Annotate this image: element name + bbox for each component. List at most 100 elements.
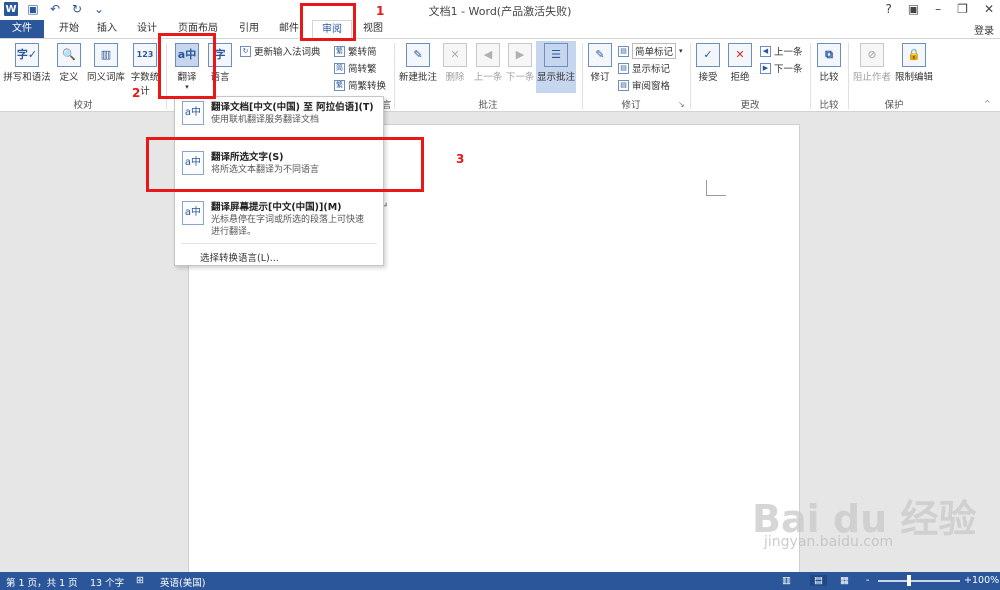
next-change-button[interactable]: ▶ 下一条 — [760, 61, 803, 75]
zoom-in-button[interactable]: + — [964, 575, 972, 586]
group-tracking-label: 修订 — [621, 100, 641, 111]
accept-button[interactable]: ✓ 接受 — [694, 43, 722, 83]
web-layout-icon[interactable]: ▦ — [840, 575, 849, 586]
thesaurus-button[interactable]: ▥ 同义词库 — [86, 43, 126, 83]
new-comment-icon: ✎ — [406, 43, 430, 67]
convert-icon: 繁 — [334, 79, 345, 91]
tab-insert[interactable]: 插入 — [90, 20, 124, 38]
compare-icon: ⧉ — [817, 43, 841, 67]
text-boundary-marker — [706, 180, 726, 196]
restrict-editing-button[interactable]: 🔒 限制编辑 — [894, 43, 934, 83]
review-pane-button[interactable]: ▤ 审阅窗格 — [618, 78, 670, 92]
zoom-slider-thumb[interactable] — [907, 575, 911, 586]
new-comment-button[interactable]: ✎ 新建批注 — [398, 43, 438, 83]
zoom-out-button[interactable]: - — [866, 575, 869, 586]
menu-item-mini-translator[interactable]: a中 翻译屏幕提示[中文(中国)](M) 光标悬停在字词或所选的段落上可快速进行… — [175, 201, 383, 238]
zoom-slider-track[interactable] — [878, 580, 960, 582]
print-layout-icon[interactable]: ▤ — [810, 575, 827, 586]
collapse-ribbon-icon[interactable]: ^ — [984, 99, 991, 108]
word-count-icon: 123 — [133, 43, 157, 67]
group-separator — [848, 43, 849, 109]
group-comments-label: 批注 — [478, 100, 498, 111]
translate-document-icon: a中 — [182, 101, 204, 125]
read-mode-icon[interactable]: ▥ — [782, 575, 791, 586]
accept-icon: ✓ — [696, 43, 720, 67]
define-button[interactable]: 🔍 定义 — [56, 43, 82, 83]
reject-button[interactable]: ✕ 拒绝 — [726, 43, 754, 83]
group-changes-label: 更改 — [740, 100, 760, 111]
thesaurus-label: 同义词库 — [86, 72, 125, 83]
zoom-level[interactable]: 100% — [972, 575, 999, 586]
next-comment-icon: ▶ — [508, 43, 532, 67]
tab-references[interactable]: 引用 — [232, 20, 266, 38]
next-comment-button[interactable]: ▶ 下一条 — [504, 43, 536, 83]
window-controls: ? ▣ – ❐ ✕ — [885, 2, 994, 16]
annotation-number-3: 3 — [456, 152, 465, 166]
review-pane-icon: ▤ — [618, 79, 629, 91]
prev-comment-button[interactable]: ◀ 上一条 — [472, 43, 504, 83]
delete-label: 删除 — [445, 72, 465, 83]
prev-comment-label: 上一条 — [473, 72, 503, 83]
ribbon-tab-bar: 文件 开始 插入 设计 页面布局 引用 邮件 审阅 视图 登录 — [0, 20, 1000, 38]
track-changes-icon: ✎ — [588, 43, 612, 67]
restore-icon[interactable]: ❐ — [957, 2, 968, 16]
mini-translator-desc: 光标悬停在字词或所选的段落上可快速进行翻译。 — [211, 215, 365, 237]
show-markup-button[interactable]: ▤ 显示标记 — [618, 61, 670, 75]
spelling-grammar-button[interactable]: 字✓ 拼写和语法 — [2, 43, 52, 83]
page-count[interactable]: 第 1 页，共 1 页 — [6, 575, 78, 589]
group-separator — [394, 43, 395, 109]
tab-file[interactable]: 文件 — [0, 20, 44, 38]
compare-label: 比较 — [819, 72, 839, 83]
mini-translator-title: 翻译屏幕提示[中文(中国)](M) — [211, 202, 342, 213]
show-markup-icon: ▤ — [618, 62, 629, 74]
translate-document-desc: 使用联机翻译服务翻译文档 — [211, 115, 320, 125]
tab-view[interactable]: 视图 — [356, 20, 390, 38]
block-authors-icon: ⊘ — [860, 43, 884, 67]
word-count[interactable]: 13 个字 — [90, 575, 124, 589]
proofing-status-icon[interactable]: ⊞ — [136, 575, 144, 586]
menu-item-translate-document[interactable]: a中 翻译文档[中文(中国) 至 阿拉伯语](T) 使用联机翻译服务翻译文档 — [175, 101, 383, 126]
review-pane-label: 审阅窗格 — [632, 81, 671, 92]
track-changes-label: 修订 — [590, 72, 610, 83]
translate-document-title: 翻译文档[中文(中国) 至 阿拉伯语](T) — [211, 102, 374, 113]
chevron-down-icon: ▾ — [679, 47, 683, 55]
block-authors-label: 阻止作者 — [852, 72, 891, 83]
help-button[interactable]: ? — [885, 2, 891, 16]
show-comments-button[interactable]: ☰ 显示批注 — [536, 41, 576, 93]
minimize-icon[interactable]: – — [935, 2, 941, 16]
ribbon-review: 字✓ 拼写和语法 🔍 定义 ▥ 同义词库 123 字数统计 校对 a中 翻译 ▾… — [0, 38, 1000, 112]
baidu-watermark-url: jingyan.baidu.com — [764, 534, 894, 550]
prev-change-button[interactable]: ◀ 上一条 — [760, 44, 803, 58]
tracking-launcher-icon[interactable]: ↘ — [678, 100, 685, 109]
accept-label: 接受 — [698, 72, 718, 83]
delete-comment-icon: ✕ — [443, 43, 467, 67]
sign-in-link[interactable]: 登录 — [974, 22, 994, 37]
group-separator — [582, 43, 583, 109]
new-comment-label: 新建批注 — [398, 72, 437, 83]
trad-to-simp-button[interactable]: 繁 繁转简 — [334, 44, 377, 58]
convert-button[interactable]: 繁 简繁转换 — [334, 78, 386, 92]
menu-separator — [181, 243, 377, 244]
show-comments-label: 显示批注 — [536, 72, 575, 83]
annotation-box-translate — [158, 33, 216, 99]
delete-comment-button[interactable]: ✕ 删除 — [442, 43, 468, 83]
tab-home[interactable]: 开始 — [52, 20, 86, 38]
simp-to-trad-button[interactable]: 简 简转繁 — [334, 61, 377, 75]
menu-item-choose-language[interactable]: 选择转换语言(L)... — [200, 250, 279, 264]
language-status[interactable]: 英语(美国) — [160, 575, 205, 589]
block-authors-button[interactable]: ⊘ 阻止作者 — [852, 43, 892, 83]
update-ime-button[interactable]: ↻ 更新输入法词典 — [240, 44, 321, 58]
define-icon: 🔍 — [57, 43, 81, 67]
track-changes-button[interactable]: ✎ 修订 — [586, 43, 614, 83]
markup-mode-dropdown[interactable]: ▤ 简单标记 ▾ — [618, 43, 683, 59]
next-comment-label: 下一条 — [505, 72, 535, 83]
prev-comment-icon: ◀ — [476, 43, 500, 67]
next-change-icon: ▶ — [760, 62, 771, 74]
group-compare-label: 比较 — [819, 100, 839, 111]
close-icon[interactable]: ✕ — [984, 2, 994, 16]
ribbon-display-icon[interactable]: ▣ — [908, 2, 919, 16]
book-icon: ▥ — [94, 43, 118, 67]
compare-button[interactable]: ⧉ 比较 — [814, 43, 844, 83]
update-ime-label: 更新输入法词典 — [254, 47, 321, 58]
spell-check-icon: 字✓ — [15, 43, 39, 67]
